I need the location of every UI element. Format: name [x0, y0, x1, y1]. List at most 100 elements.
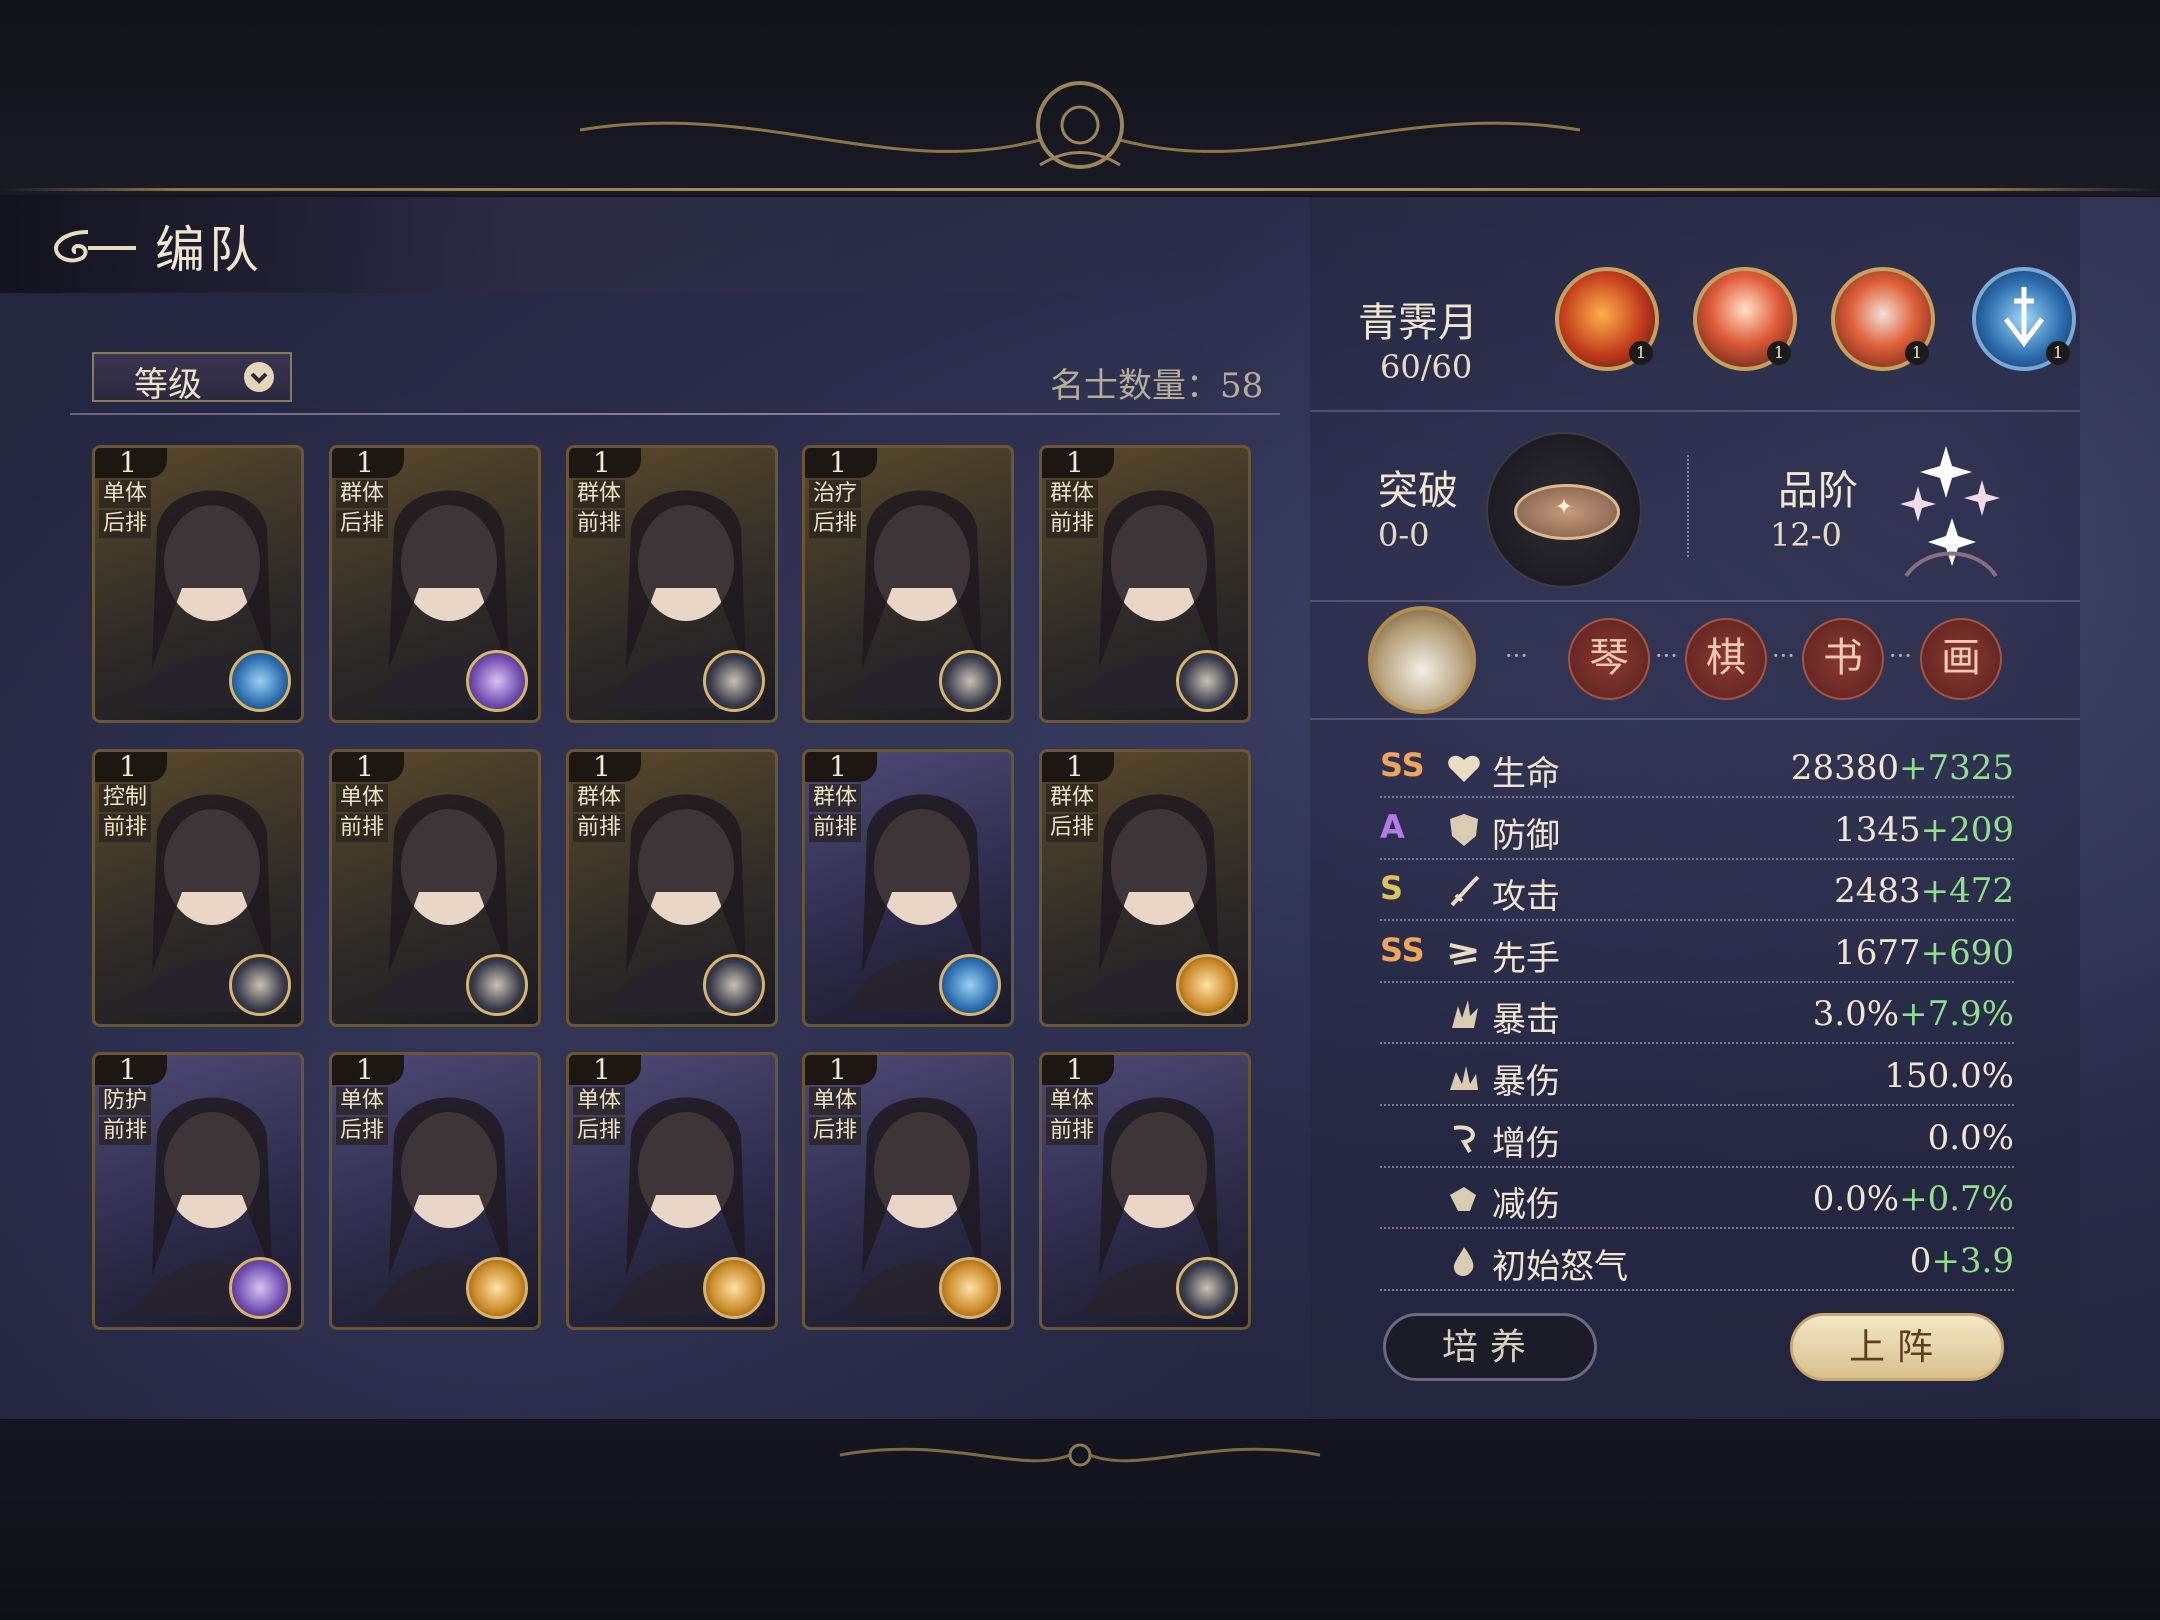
rank-label: 品阶 [1778, 468, 1858, 514]
sort-label: 等级 [134, 365, 202, 405]
stat-base: 1345 [1834, 809, 1921, 850]
hero-card[interactable]: 1 单体 后排 [329, 1052, 541, 1330]
stat-name: 生命 [1492, 754, 1560, 794]
hero-card[interactable]: 1 群体 前排 [566, 749, 778, 1027]
hero-card[interactable]: 1 单体 前排 [1039, 1052, 1251, 1330]
hero-card[interactable]: 1 群体 前排 [802, 749, 1014, 1027]
card-target-tag: 单体 [809, 1087, 861, 1115]
speed-icon [1449, 942, 1477, 965]
train-button[interactable]: 培养 [1383, 1313, 1597, 1381]
section-divider [1310, 410, 2080, 412]
card-target-tag: 单体 [99, 480, 151, 508]
card-position-tag: 后排 [809, 1117, 861, 1145]
stat-base: 0.0% [1812, 1179, 1900, 1220]
art-qin-icon[interactable]: 琴 [1568, 618, 1650, 700]
stat-value: 1345+209 [1834, 810, 2014, 850]
stat-row: 增伤 0.0% [1380, 1108, 2014, 1168]
breakthrough-disc-icon[interactable]: ✦ [1486, 432, 1642, 588]
rank-value: 12-0 [1770, 516, 1842, 554]
stat-row: 暴击 3.0%+7.9% [1380, 984, 2014, 1045]
deploy-button[interactable]: 上阵 [1790, 1313, 2004, 1381]
element-icon [1176, 1257, 1238, 1319]
stat-bonus: +690 [1920, 932, 2014, 973]
link-dots: ··· [1889, 642, 1912, 670]
back-icon[interactable] [48, 220, 143, 270]
link-dots: ··· [1655, 642, 1678, 670]
card-level: 1 [95, 752, 167, 782]
stat-row: SS 先手 1677+690 [1380, 923, 2014, 983]
card-position-tag: 前排 [573, 510, 625, 538]
stat-name: 初始怒气 [1492, 1246, 1628, 1287]
element-icon [466, 1257, 528, 1319]
card-level: 1 [332, 1055, 404, 1085]
hero-card[interactable]: 1 单体 后排 [92, 445, 304, 723]
top-divider [0, 188, 2160, 191]
element-icon [703, 954, 765, 1016]
stat-row: 暴伤 150.0% [1380, 1046, 2014, 1106]
stat-grade: S [1380, 869, 1404, 908]
top-ornament [579, 81, 1581, 169]
art-hua-icon[interactable]: 画 [1920, 618, 2002, 700]
breakthrough-label: 突破 [1378, 468, 1458, 514]
stat-row: S 攻击 2483+472 [1380, 861, 2014, 922]
card-position-tag: 前排 [573, 814, 625, 842]
skill-fire-beast-icon[interactable]: 1 [1831, 267, 1935, 371]
hero-card[interactable]: 1 治疗 后排 [802, 445, 1014, 723]
stat-grade: A [1380, 807, 1405, 846]
stat-base: 150.0% [1884, 1056, 2014, 1096]
stat-name: 减伤 [1492, 1185, 1560, 1226]
hero-card[interactable]: 1 群体 后排 [1039, 749, 1251, 1027]
hero-count: 名士数量：58 [1050, 366, 1264, 406]
hero-card[interactable]: 1 单体 后排 [566, 1052, 778, 1330]
stat-base: 0.0% [1927, 1117, 2014, 1158]
card-level: 1 [569, 448, 641, 478]
card-level: 1 [1042, 1055, 1114, 1085]
hero-card[interactable]: 1 单体 后排 [802, 1052, 1014, 1330]
stat-row: 减伤 0.0%+0.7% [1380, 1169, 2014, 1230]
card-position-tag: 后排 [809, 510, 861, 538]
element-icon [703, 650, 765, 712]
hero-card[interactable]: 1 单体 前排 [329, 749, 541, 1027]
card-target-tag: 群体 [573, 480, 625, 508]
sort-dropdown[interactable]: 等级 [92, 352, 292, 405]
art-qi-icon[interactable]: 棋 [1685, 618, 1767, 700]
card-target-tag: 群体 [809, 784, 861, 812]
art-shu-icon[interactable]: 书 [1802, 618, 1884, 700]
card-position-tag: 后排 [336, 1117, 388, 1145]
chevron-down-icon [244, 362, 274, 392]
stat-grade: SS [1380, 930, 1425, 969]
element-icon [466, 954, 528, 1016]
rage-icon [1453, 1246, 1474, 1276]
skill-sword-shield-icon[interactable]: 1 [1972, 267, 2076, 371]
card-level: 1 [95, 1055, 167, 1085]
card-level: 1 [95, 448, 167, 478]
skill-flame-slash-icon[interactable]: 1 [1555, 267, 1659, 371]
companion-avatar[interactable] [1368, 606, 1476, 714]
section-divider [1310, 718, 2080, 720]
stat-bonus: +7.9% [1899, 994, 2014, 1035]
bottom-ornament [839, 1443, 1321, 1467]
card-target-tag: 单体 [336, 784, 388, 812]
hero-card[interactable]: 1 群体 后排 [329, 445, 541, 723]
stat-value: 150.0% [1884, 1056, 2014, 1096]
card-target-tag: 单体 [573, 1087, 625, 1115]
rank-star-icon[interactable] [1886, 426, 2016, 596]
stat-name: 先手 [1492, 938, 1560, 979]
hero-card[interactable]: 1 群体 前排 [566, 445, 778, 723]
card-level: 1 [569, 1055, 641, 1085]
card-position-tag: 前排 [336, 814, 388, 842]
stat-bonus: +472 [1920, 871, 2014, 912]
section-divider [1310, 600, 2080, 602]
element-icon [939, 954, 1001, 1016]
element-icon [939, 1257, 1001, 1319]
stat-bonus: +209 [1920, 809, 2014, 850]
skill-fox-spirit-icon[interactable]: 1 [1693, 267, 1797, 371]
hero-name: 青霁月 [1358, 300, 1478, 346]
hero-card[interactable]: 1 防护 前排 [92, 1052, 304, 1330]
stat-value: 2483+472 [1834, 871, 2014, 911]
heart-icon [1448, 755, 1480, 782]
hero-card[interactable]: 1 控制 前排 [92, 749, 304, 1027]
hero-card[interactable]: 1 群体 前排 [1039, 445, 1251, 723]
stat-bonus: +7325 [1898, 748, 2014, 788]
stat-bonus: +0.7% [1899, 1179, 2014, 1220]
